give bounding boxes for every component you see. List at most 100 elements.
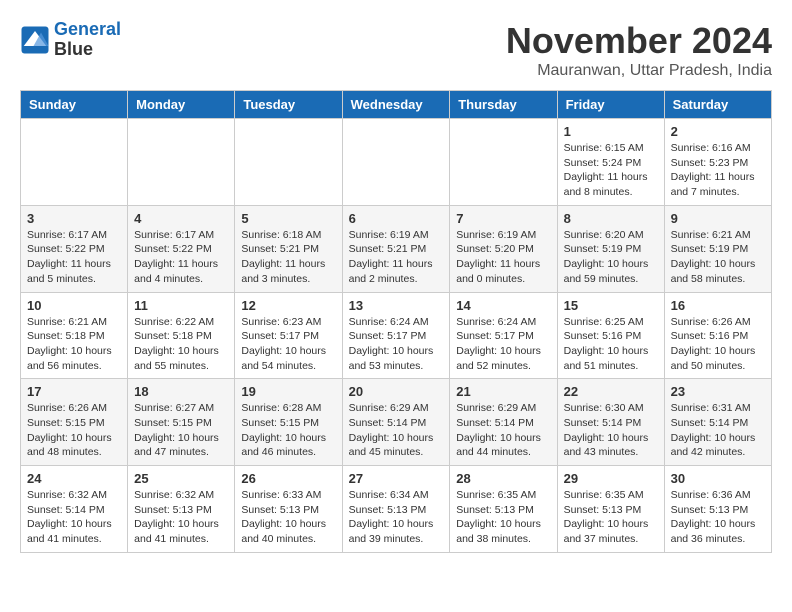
day-info: Sunrise: 6:34 AM Sunset: 5:13 PM Dayligh…	[349, 488, 444, 547]
day-info: Sunrise: 6:24 AM Sunset: 5:17 PM Dayligh…	[456, 315, 550, 374]
day-number: 12	[241, 298, 335, 313]
day-number: 30	[671, 471, 765, 486]
day-info: Sunrise: 6:35 AM Sunset: 5:13 PM Dayligh…	[564, 488, 658, 547]
calendar-cell: 7 Sunrise: 6:19 AM Sunset: 5:20 PM Daylig…	[450, 205, 557, 292]
calendar-cell: 30Sunrise: 6:36 AM Sunset: 5:13 PM Dayli…	[664, 466, 771, 553]
location: Mauranwan, Uttar Pradesh, India	[506, 62, 772, 80]
calendar-cell: 29 Sunrise: 6:35 AM Sunset: 5:13 PM Dayli…	[557, 466, 664, 553]
day-info: Sunrise: 6:33 AM Sunset: 5:13 PM Dayligh…	[241, 488, 335, 547]
day-info: Sunrise: 6:16 AM Sunset: 5:23 PM Dayligh…	[671, 141, 765, 200]
day-info: Sunrise: 6:22 AM Sunset: 5:18 PM Dayligh…	[134, 315, 228, 374]
day-number: 19	[241, 384, 335, 399]
calendar-cell: 2 Sunrise: 6:16 AM Sunset: 5:23 PM Daylig…	[664, 119, 771, 206]
day-number: 29	[564, 471, 658, 486]
day-number: 8	[564, 211, 658, 226]
calendar-cell: 1 Sunrise: 6:15 AM Sunset: 5:24 PM Daylig…	[557, 119, 664, 206]
day-number: 21	[456, 384, 550, 399]
day-info: Sunrise: 6:29 AM Sunset: 5:14 PM Dayligh…	[456, 401, 550, 460]
weekday-header-row: SundayMondayTuesdayWednesdayThursdayFrid…	[21, 91, 772, 119]
day-number: 1	[564, 124, 658, 139]
calendar-cell: 27 Sunrise: 6:34 AM Sunset: 5:13 PM Dayli…	[342, 466, 450, 553]
day-number: 23	[671, 384, 765, 399]
weekday-header-sunday: Sunday	[21, 91, 128, 119]
day-number: 14	[456, 298, 550, 313]
day-info: Sunrise: 6:26 AM Sunset: 5:15 PM Dayligh…	[27, 401, 121, 460]
week-row-2: 3Sunrise: 6:17 AM Sunset: 5:22 PM Daylig…	[21, 205, 772, 292]
calendar-cell: 22 Sunrise: 6:30 AM Sunset: 5:14 PM Dayli…	[557, 379, 664, 466]
day-info: Sunrise: 6:31 AM Sunset: 5:14 PM Dayligh…	[671, 401, 765, 460]
day-info: Sunrise: 6:29 AM Sunset: 5:14 PM Dayligh…	[349, 401, 444, 460]
day-info: Sunrise: 6:17 AM Sunset: 5:22 PM Dayligh…	[27, 228, 121, 287]
day-number: 7	[456, 211, 550, 226]
day-number: 18	[134, 384, 228, 399]
calendar-cell: 16 Sunrise: 6:26 AM Sunset: 5:16 PM Dayli…	[664, 292, 771, 379]
month-title: November 2024	[506, 20, 772, 62]
calendar-cell: 13 Sunrise: 6:24 AM Sunset: 5:17 PM Dayli…	[342, 292, 450, 379]
calendar-cell: 6 Sunrise: 6:19 AM Sunset: 5:21 PM Daylig…	[342, 205, 450, 292]
calendar-cell: 9 Sunrise: 6:21 AM Sunset: 5:19 PM Daylig…	[664, 205, 771, 292]
week-row-3: 10Sunrise: 6:21 AM Sunset: 5:18 PM Dayli…	[21, 292, 772, 379]
day-info: Sunrise: 6:35 AM Sunset: 5:13 PM Dayligh…	[456, 488, 550, 547]
calendar-cell: 8 Sunrise: 6:20 AM Sunset: 5:19 PM Daylig…	[557, 205, 664, 292]
day-number: 10	[27, 298, 121, 313]
calendar-cell: 17 Sunrise: 6:26 AM Sunset: 5:15 PM Dayli…	[21, 379, 128, 466]
day-number: 24	[27, 471, 121, 486]
calendar-cell: 3Sunrise: 6:17 AM Sunset: 5:22 PM Daylig…	[21, 205, 128, 292]
day-info: Sunrise: 6:19 AM Sunset: 5:20 PM Dayligh…	[456, 228, 550, 287]
day-number: 22	[564, 384, 658, 399]
day-info: Sunrise: 6:28 AM Sunset: 5:15 PM Dayligh…	[241, 401, 335, 460]
day-info: Sunrise: 6:30 AM Sunset: 5:14 PM Dayligh…	[564, 401, 658, 460]
page-header: General Blue November 2024 Mauranwan, Ut…	[20, 20, 772, 80]
calendar-cell: 18 Sunrise: 6:27 AM Sunset: 5:15 PM Dayli…	[128, 379, 235, 466]
calendar-cell: 14 Sunrise: 6:24 AM Sunset: 5:17 PM Dayli…	[450, 292, 557, 379]
calendar-cell: 28Sunrise: 6:35 AM Sunset: 5:13 PM Dayli…	[450, 466, 557, 553]
logo-general: General	[54, 19, 121, 39]
day-number: 17	[27, 384, 121, 399]
calendar-cell: 25Sunrise: 6:32 AM Sunset: 5:13 PM Dayli…	[128, 466, 235, 553]
day-info: Sunrise: 6:23 AM Sunset: 5:17 PM Dayligh…	[241, 315, 335, 374]
calendar-cell	[450, 119, 557, 206]
day-info: Sunrise: 6:32 AM Sunset: 5:14 PM Dayligh…	[27, 488, 121, 547]
calendar-cell: 10Sunrise: 6:21 AM Sunset: 5:18 PM Dayli…	[21, 292, 128, 379]
logo: General Blue	[20, 20, 121, 60]
calendar-table: SundayMondayTuesdayWednesdayThursdayFrid…	[20, 90, 772, 553]
day-number: 6	[349, 211, 444, 226]
day-number: 16	[671, 298, 765, 313]
day-info: Sunrise: 6:18 AM Sunset: 5:21 PM Dayligh…	[241, 228, 335, 287]
day-number: 20	[349, 384, 444, 399]
calendar-cell: 5 Sunrise: 6:18 AM Sunset: 5:21 PM Daylig…	[235, 205, 342, 292]
day-info: Sunrise: 6:17 AM Sunset: 5:22 PM Dayligh…	[134, 228, 228, 287]
day-number: 4	[134, 211, 228, 226]
weekday-header-saturday: Saturday	[664, 91, 771, 119]
day-number: 13	[349, 298, 444, 313]
day-number: 5	[241, 211, 335, 226]
day-info: Sunrise: 6:20 AM Sunset: 5:19 PM Dayligh…	[564, 228, 658, 287]
day-info: Sunrise: 6:15 AM Sunset: 5:24 PM Dayligh…	[564, 141, 658, 200]
week-row-4: 17 Sunrise: 6:26 AM Sunset: 5:15 PM Dayli…	[21, 379, 772, 466]
day-number: 2	[671, 124, 765, 139]
calendar-cell: 20 Sunrise: 6:29 AM Sunset: 5:14 PM Dayli…	[342, 379, 450, 466]
title-block: November 2024 Mauranwan, Uttar Pradesh, …	[506, 20, 772, 80]
calendar-cell: 23 Sunrise: 6:31 AM Sunset: 5:14 PM Dayli…	[664, 379, 771, 466]
day-info: Sunrise: 6:27 AM Sunset: 5:15 PM Dayligh…	[134, 401, 228, 460]
day-number: 27	[349, 471, 444, 486]
calendar-cell: 15Sunrise: 6:25 AM Sunset: 5:16 PM Dayli…	[557, 292, 664, 379]
day-info: Sunrise: 6:26 AM Sunset: 5:16 PM Dayligh…	[671, 315, 765, 374]
day-number: 9	[671, 211, 765, 226]
calendar-cell	[342, 119, 450, 206]
day-info: Sunrise: 6:32 AM Sunset: 5:13 PM Dayligh…	[134, 488, 228, 547]
calendar-cell	[128, 119, 235, 206]
day-info: Sunrise: 6:24 AM Sunset: 5:17 PM Dayligh…	[349, 315, 444, 374]
day-info: Sunrise: 6:19 AM Sunset: 5:21 PM Dayligh…	[349, 228, 444, 287]
calendar-cell: 21 Sunrise: 6:29 AM Sunset: 5:14 PM Dayli…	[450, 379, 557, 466]
calendar-cell: 26Sunrise: 6:33 AM Sunset: 5:13 PM Dayli…	[235, 466, 342, 553]
calendar-cell	[235, 119, 342, 206]
weekday-header-wednesday: Wednesday	[342, 91, 450, 119]
weekday-header-thursday: Thursday	[450, 91, 557, 119]
weekday-header-friday: Friday	[557, 91, 664, 119]
logo-blue: Blue	[54, 39, 93, 59]
day-info: Sunrise: 6:21 AM Sunset: 5:19 PM Dayligh…	[671, 228, 765, 287]
calendar-cell: 11Sunrise: 6:22 AM Sunset: 5:18 PM Dayli…	[128, 292, 235, 379]
calendar-cell	[21, 119, 128, 206]
day-number: 15	[564, 298, 658, 313]
